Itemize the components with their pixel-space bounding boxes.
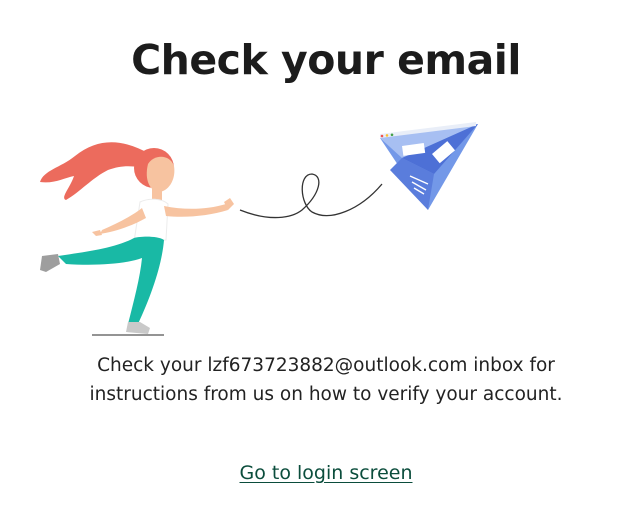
instructions-message: Check your lzf673723882@outlook.com inbo… bbox=[0, 351, 637, 409]
email-sent-illustration bbox=[30, 118, 490, 343]
paper-plane-icon bbox=[380, 122, 478, 210]
page-title: Check your email bbox=[131, 36, 521, 84]
message-line-2: instructions from us on how to verify yo… bbox=[89, 384, 563, 405]
message-prefix: Check your bbox=[97, 355, 202, 376]
woman-throwing-paper-plane-illustration bbox=[40, 122, 478, 336]
user-email-address: lzf673723882@outlook.com bbox=[207, 355, 468, 376]
go-to-login-link[interactable]: Go to login screen bbox=[240, 462, 413, 484]
message-suffix: inbox for bbox=[473, 355, 555, 376]
login-link-container: Go to login screen bbox=[0, 462, 637, 484]
flight-path-line bbox=[239, 173, 383, 219]
woman-throwing-icon bbox=[40, 142, 234, 334]
